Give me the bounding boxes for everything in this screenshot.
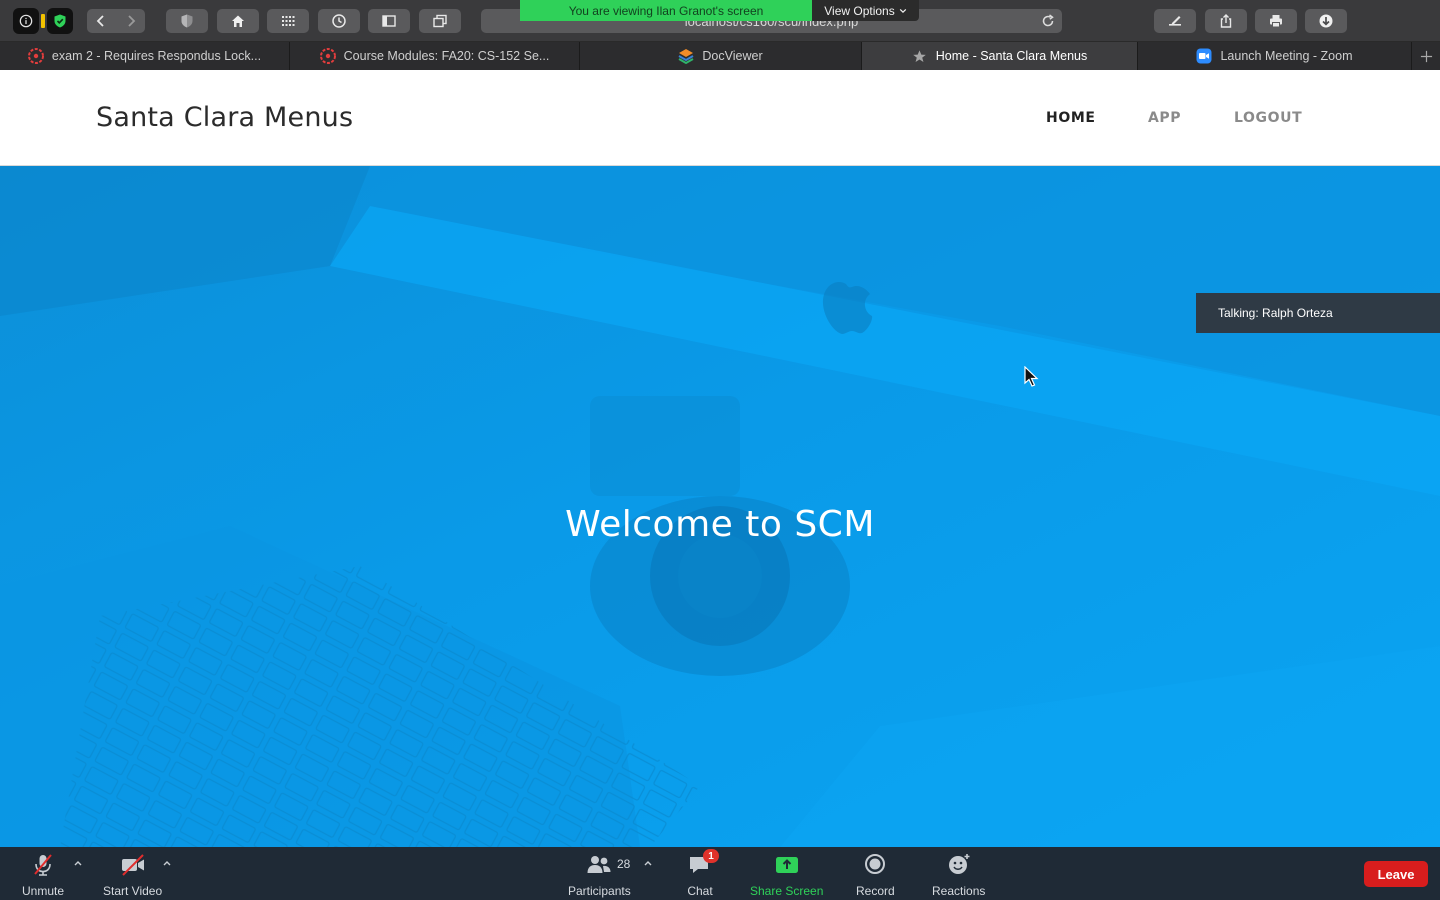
participants-count: 28 — [617, 857, 631, 871]
mouse-cursor-icon — [1024, 366, 1039, 387]
record-icon — [865, 854, 886, 874]
new-tab-button[interactable] — [1412, 42, 1440, 70]
share-screen-icon — [775, 857, 798, 873]
participants-icon — [587, 856, 611, 873]
tab-santa-clara-menus[interactable]: Home - Santa Clara Menus — [862, 42, 1138, 70]
nav-logout[interactable]: LOGOUT — [1234, 110, 1302, 126]
forward-icon[interactable] — [123, 13, 139, 29]
view-options-label[interactable]: View Options — [824, 4, 894, 18]
chat-label[interactable]: Chat — [687, 884, 712, 898]
privacy-shield-button[interactable] — [166, 9, 208, 33]
site-brand[interactable]: Santa Clara Menus — [96, 102, 353, 133]
start-video-button[interactable]: Start Video — [103, 852, 162, 898]
star-icon — [912, 48, 928, 64]
share-icon — [1220, 14, 1232, 28]
tab-label: Home - Santa Clara Menus — [935, 49, 1088, 63]
tab-exam-2[interactable]: exam 2 - Requires Respondus Lock... — [0, 42, 290, 70]
microphone-muted-icon — [34, 854, 52, 876]
share-screen-label[interactable]: Share Screen — [750, 884, 823, 898]
site-header: Santa Clara Menus HOME APP LOGOUT — [0, 70, 1440, 166]
view-options-button[interactable]: View Options — [812, 0, 919, 21]
canvas-icon — [27, 48, 44, 64]
docviewer-icon — [678, 48, 694, 64]
participants-caret-icon[interactable] — [643, 858, 653, 868]
zoom-meeting-controls — [0, 847, 1440, 900]
share-screen-button[interactable]: Share Screen — [750, 852, 823, 898]
tab-label: Launch Meeting - Zoom — [1220, 49, 1353, 63]
shield-extension-icon[interactable] — [47, 8, 73, 34]
talking-indicator: Talking: Ralph Orteza — [1196, 293, 1440, 333]
zoom-icon — [1196, 48, 1212, 64]
home-button[interactable] — [217, 9, 259, 33]
tab-docviewer[interactable]: DocViewer — [580, 42, 862, 70]
record-button[interactable]: Record — [856, 852, 895, 898]
nav-app[interactable]: APP — [1148, 110, 1181, 126]
tab-label: exam 2 - Requires Respondus Lock... — [51, 49, 262, 63]
participants-label[interactable]: Participants — [568, 884, 631, 898]
screen-share-banner: You are viewing Ilan Granot's screen — [520, 0, 812, 21]
downloads-button[interactable] — [1305, 9, 1347, 33]
pen-icon — [1169, 16, 1181, 26]
leave-meeting-button[interactable]: Leave — [1364, 861, 1428, 887]
talking-label: Talking: Ralph Orteza — [1218, 306, 1333, 320]
history-button[interactable] — [318, 9, 360, 33]
tab-bar: exam 2 - Requires Respondus Lock... Cour… — [0, 42, 1440, 70]
download-icon — [1319, 14, 1333, 28]
tab-label: Course Modules: FA20: CS-152 Se... — [343, 49, 550, 63]
grid-icon — [282, 16, 295, 26]
nav-home[interactable]: HOME — [1046, 110, 1096, 126]
apps-grid-button[interactable] — [267, 9, 309, 33]
markup-button[interactable] — [1154, 9, 1196, 33]
shield-icon — [181, 14, 193, 28]
tab-course-modules[interactable]: Course Modules: FA20: CS-152 Se... — [290, 42, 580, 70]
info-extension-icon[interactable] — [13, 8, 39, 34]
reactions-icon — [948, 854, 970, 874]
unmute-button[interactable]: Unmute — [22, 852, 64, 898]
reactions-label[interactable]: Reactions — [932, 884, 985, 898]
print-button[interactable] — [1255, 9, 1297, 33]
home-icon — [232, 15, 244, 27]
tab-launch-meeting[interactable]: Launch Meeting - Zoom — [1138, 42, 1412, 70]
reactions-button[interactable]: Reactions — [932, 852, 985, 898]
clock-icon — [332, 14, 346, 28]
extension-indicator-icon — [41, 14, 45, 28]
tabs-icon — [433, 14, 447, 28]
unmute-label[interactable]: Unmute — [22, 884, 64, 898]
back-forward-buttons[interactable] — [87, 9, 145, 33]
video-options-caret-icon[interactable] — [162, 858, 172, 868]
back-icon[interactable] — [93, 13, 109, 29]
record-label[interactable]: Record — [856, 884, 895, 898]
sidebar-icon — [382, 15, 396, 27]
video-off-icon — [121, 854, 144, 876]
start-video-label[interactable]: Start Video — [103, 884, 162, 898]
sidebar-button[interactable] — [368, 9, 410, 33]
share-button[interactable] — [1205, 9, 1247, 33]
hero-title: Welcome to SCM — [565, 504, 875, 545]
tab-overview-button[interactable] — [419, 9, 461, 33]
printer-icon — [1270, 15, 1282, 28]
reload-icon[interactable] — [1040, 13, 1056, 29]
chat-unread-badge: 1 — [703, 849, 719, 863]
audio-options-caret-icon[interactable] — [73, 858, 83, 868]
canvas-icon — [319, 48, 336, 64]
chevron-down-icon — [899, 8, 906, 13]
plus-icon — [1420, 50, 1432, 62]
hero-banner: Welcome to SCM Talking: Ralph Orteza — [0, 166, 1440, 847]
tab-label: DocViewer — [702, 49, 763, 63]
